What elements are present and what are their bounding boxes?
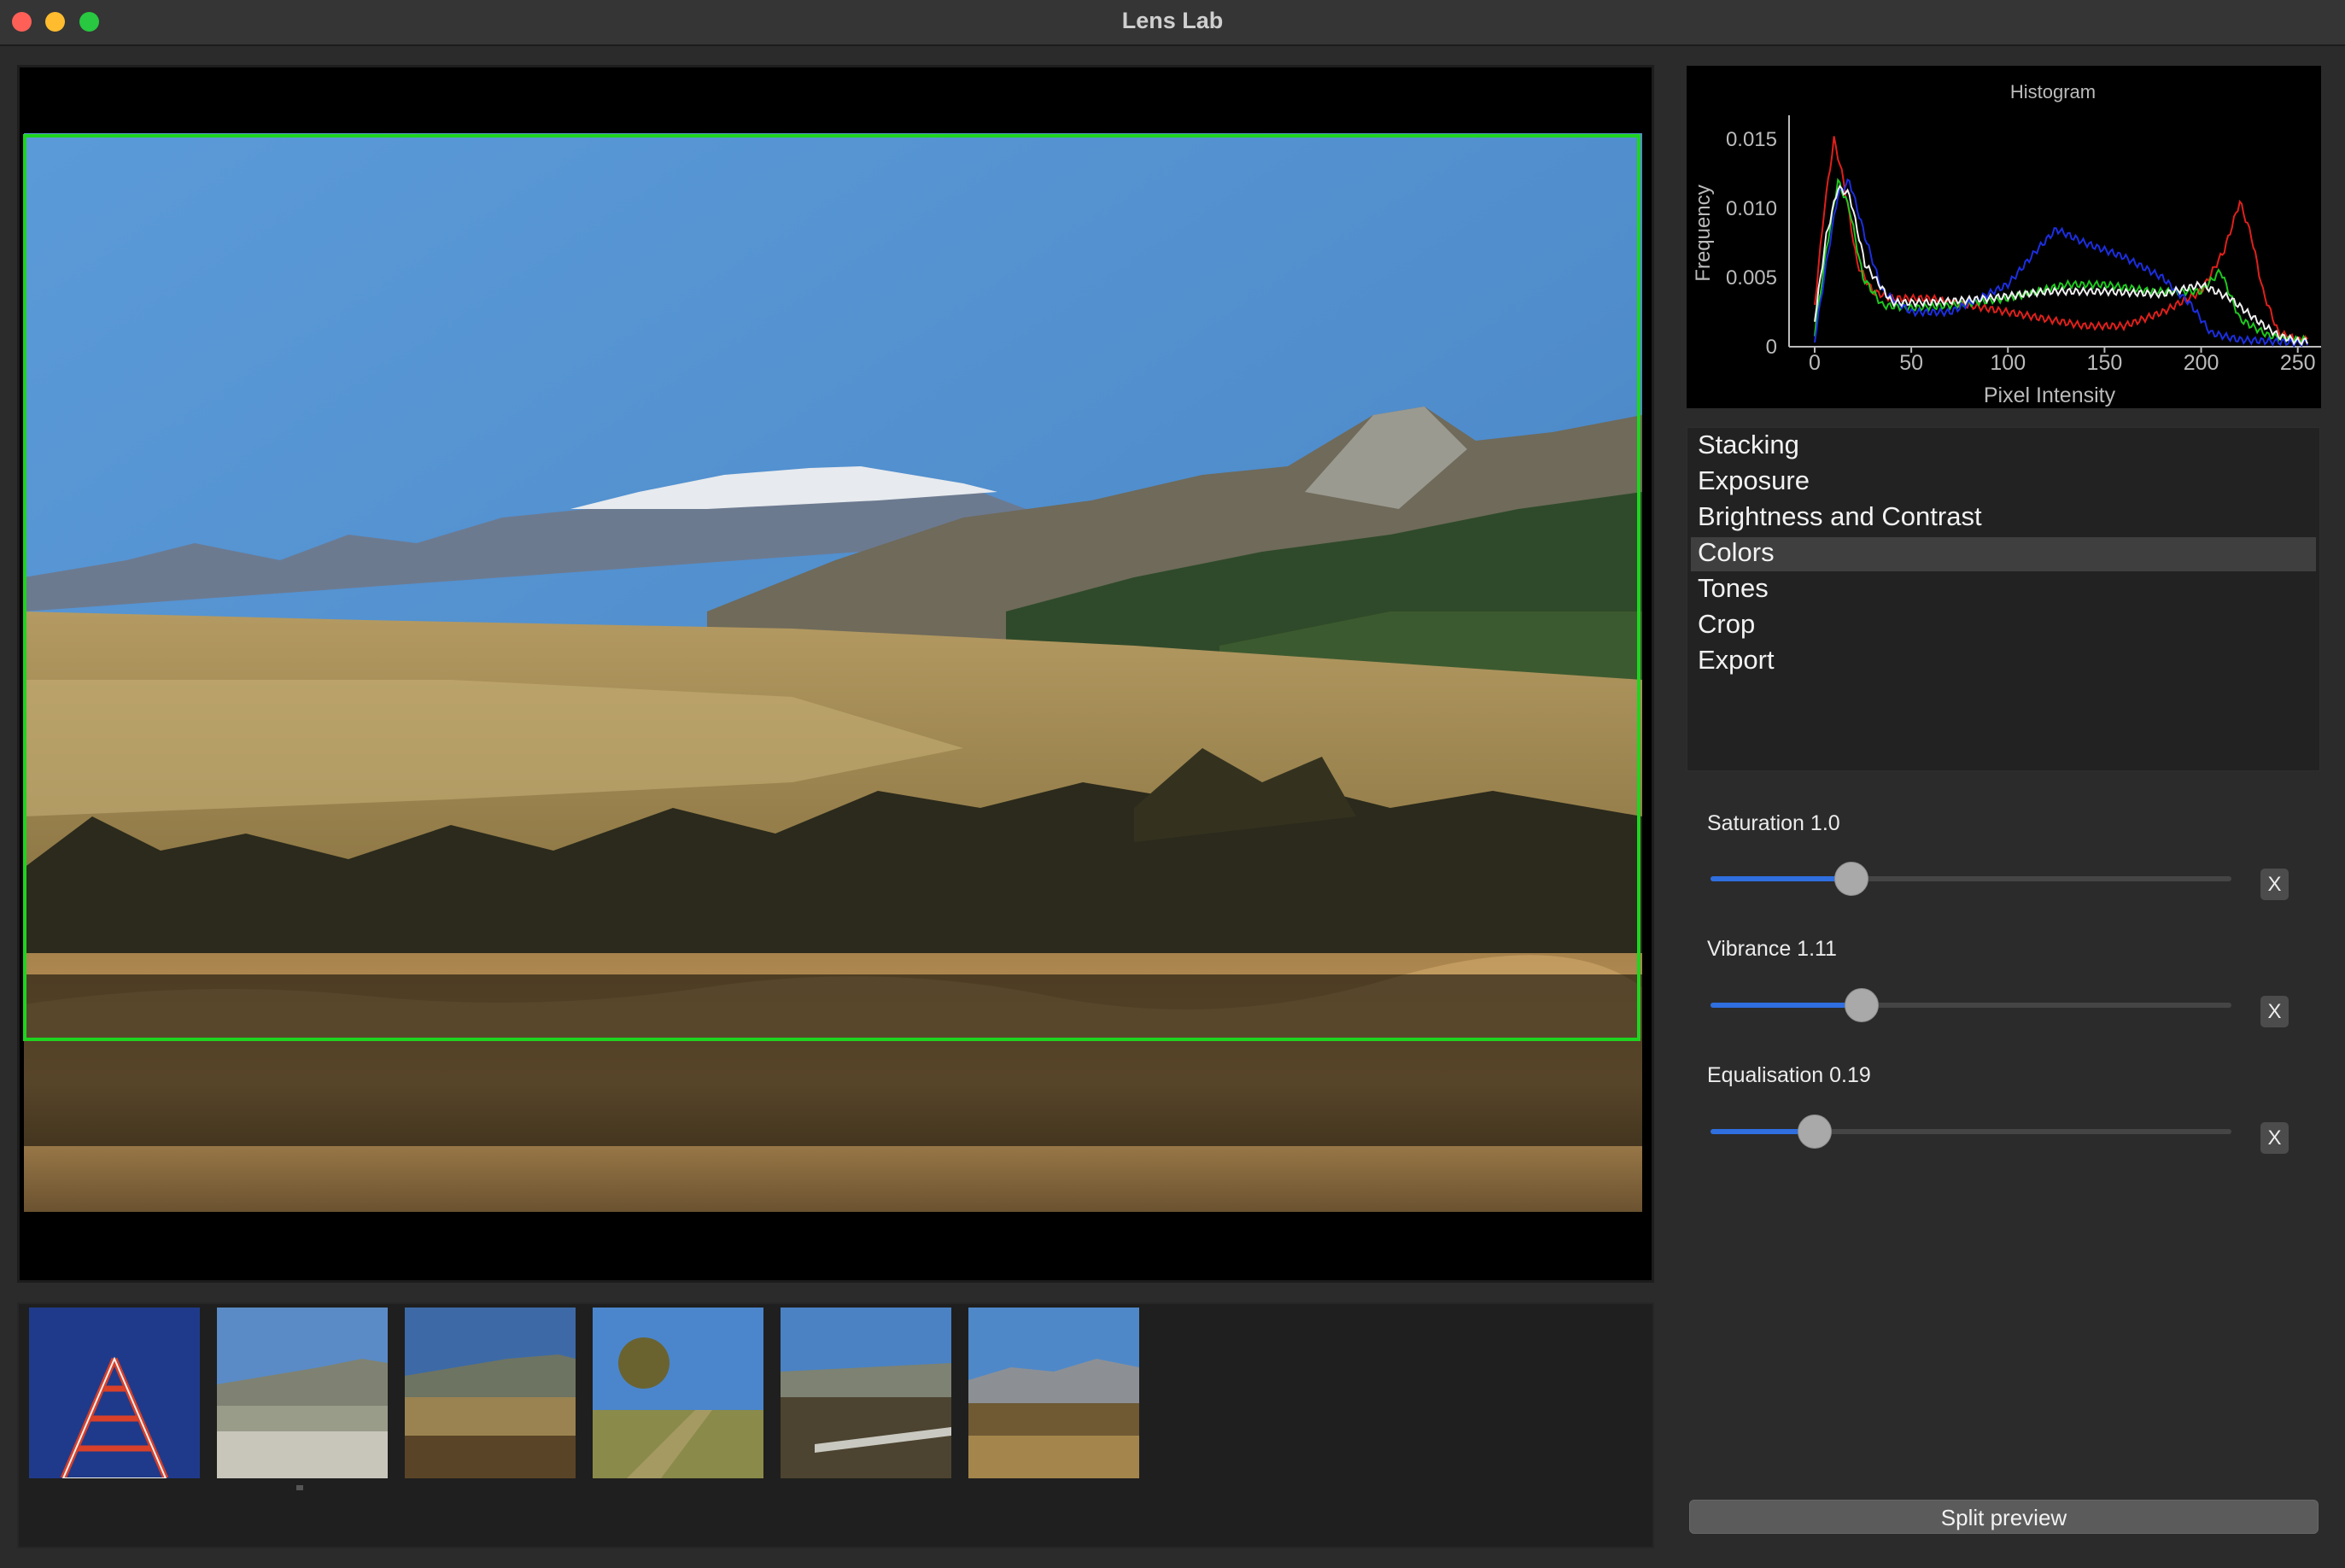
menu-item-colors[interactable]: Colors: [1698, 535, 1775, 570]
thumbnail-tower[interactable]: [29, 1308, 200, 1478]
thumbnail-tree-path[interactable]: [593, 1308, 763, 1478]
histogram-y-tick: 0.010: [1726, 197, 1777, 220]
adjustments-menu[interactable]: Stacking Exposure Brightness and Contras…: [1687, 427, 2320, 771]
menu-item-exposure[interactable]: Exposure: [1698, 464, 1810, 498]
menu-item-tones[interactable]: Tones: [1698, 571, 1769, 606]
image-viewer[interactable]: [17, 65, 1654, 1283]
vibrance-slider[interactable]: [1711, 988, 2231, 1022]
histogram-x-tick: 250: [2280, 351, 2316, 375]
vibrance-slider-knob[interactable]: [1844, 988, 1879, 1022]
menu-item-export[interactable]: Export: [1698, 643, 1775, 677]
saturation-slider[interactable]: [1711, 862, 2231, 896]
title-bar: Lens Lab: [0, 0, 2345, 46]
crop-rectangle[interactable]: [23, 134, 1640, 1041]
vibrance-slider-fill: [1711, 1003, 1862, 1008]
equalisation-label: Equalisation 0.19: [1707, 1063, 1871, 1087]
thumbnail-autumn-hills[interactable]: [405, 1308, 576, 1478]
histogram-x-tick: 150: [2087, 351, 2123, 375]
histogram-title: Histogram: [2010, 81, 2096, 102]
split-preview-button[interactable]: Split preview: [1689, 1500, 2319, 1534]
histogram-x-tick: 0: [1809, 351, 1821, 375]
thumbnail-mountain-meadow[interactable]: [968, 1308, 1139, 1478]
equalisation-slider[interactable]: [1711, 1115, 2231, 1149]
histogram-xlabel: Pixel Intensity: [1984, 383, 2116, 407]
histogram-x-tick: 50: [1899, 351, 1923, 375]
vibrance-reset-button[interactable]: X: [2260, 996, 2289, 1027]
histogram-chart: Histogram Frequency Pixel Intensity 0 0.0…: [1687, 66, 2321, 408]
saturation-slider-fill: [1711, 876, 1851, 881]
menu-item-stacking[interactable]: Stacking: [1698, 428, 1799, 462]
saturation-slider-knob[interactable]: [1833, 862, 1868, 896]
equalisation-reset-button[interactable]: X: [2260, 1122, 2289, 1154]
histogram-y-tick: 0.005: [1726, 266, 1777, 290]
filmstrip[interactable]: [17, 1302, 1654, 1548]
histogram-y-tick: 0.015: [1726, 128, 1777, 151]
menu-item-crop[interactable]: Crop: [1698, 607, 1755, 641]
thumbnail-frosty-field[interactable]: [217, 1308, 388, 1478]
histogram-red-line: [1814, 136, 2308, 344]
equalisation-slider-knob[interactable]: [1798, 1115, 1832, 1149]
window-title: Lens Lab: [1121, 8, 1224, 33]
histogram-x-tick: 200: [2184, 351, 2219, 375]
menu-selection-highlight: [1691, 537, 2316, 571]
selected-thumbnail-indicator: [296, 1485, 303, 1490]
histogram-x-tick: 100: [1990, 351, 2026, 375]
histogram-y-tick: 0: [1766, 336, 1777, 359]
saturation-reset-button[interactable]: X: [2260, 869, 2289, 900]
vibrance-label: Vibrance 1.11: [1707, 937, 1837, 961]
saturation-label: Saturation 1.0: [1707, 811, 1840, 835]
thumbnail-boardwalk[interactable]: [781, 1308, 951, 1478]
histogram-green-line: [1814, 178, 2308, 345]
histogram-ylabel: Frequency: [1692, 184, 1715, 281]
menu-item-brightness-contrast[interactable]: Brightness and Contrast: [1698, 500, 1982, 534]
